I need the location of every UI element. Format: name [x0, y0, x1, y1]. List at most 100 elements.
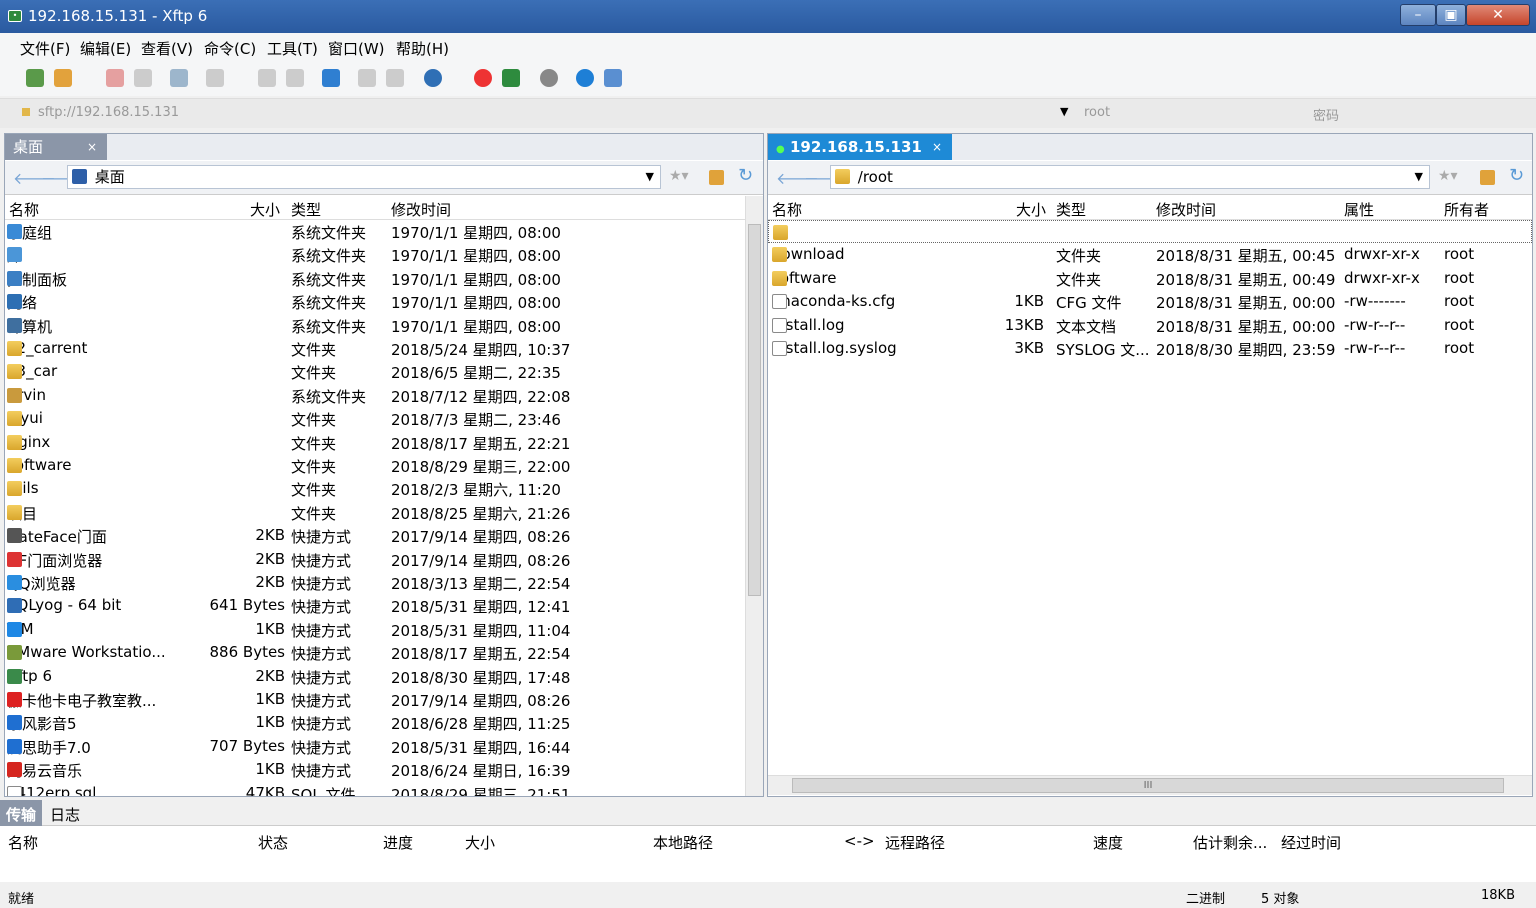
disconnect-icon[interactable]	[106, 69, 124, 87]
file-row[interactable]: 伽卡他卡电子教室教... 1KB 快捷方式 2017/9/14 星期四, 08:26	[5, 688, 743, 711]
print-preview-icon[interactable]	[386, 69, 404, 87]
bookmark-icon[interactable]: ★▾	[669, 168, 689, 184]
file-row[interactable]: software 文件夹 2018/8/31 星期五, 00:49 drwxr-xr-…	[768, 267, 1532, 290]
transfer-icon[interactable]	[322, 69, 340, 87]
col-mtime[interactable]: 修改时间	[1156, 199, 1216, 220]
menu-edit[interactable]: 编辑(E)	[80, 38, 131, 59]
menu-help[interactable]: 帮助(H)	[396, 38, 449, 59]
file-row[interactable]: Arvin 系统文件夹 2018/7/12 星期四, 22:08	[5, 384, 743, 407]
file-row[interactable]: 网易云音乐 1KB 快捷方式 2018/6/24 星期日, 16:39	[5, 758, 743, 781]
menu-window[interactable]: 窗口(W)	[328, 38, 385, 59]
file-row[interactable]: layui 文件夹 2018/7/3 星期二, 23:46	[5, 407, 743, 430]
file-row[interactable]: install.log.syslog 3KB SYSLOG 文... 2018/8/3…	[768, 337, 1532, 360]
globe-icon[interactable]	[424, 69, 442, 87]
col-speed[interactable]: 速度	[1093, 832, 1123, 853]
chat-icon[interactable]	[604, 69, 622, 87]
host-input[interactable]: sftp://192.168.15.131	[38, 105, 179, 120]
menu-command[interactable]: 命令(C)	[204, 38, 256, 59]
col-local-path[interactable]: 本地路径	[653, 832, 713, 853]
col-status[interactable]: 状态	[258, 832, 288, 853]
col-owner[interactable]: 所有者	[1444, 199, 1489, 220]
file-row[interactable]: 计算机 系统文件夹 1970/1/1 星期四, 08:00	[5, 314, 743, 337]
file-row[interactable]: TIM 1KB 快捷方式 2018/5/31 星期四, 11:04	[5, 618, 743, 641]
username-input[interactable]: root	[1084, 105, 1110, 120]
xftp-icon[interactable]	[502, 69, 520, 87]
menu-tools[interactable]: 工具(T)	[267, 38, 318, 59]
file-row[interactable]: utils 文件夹 2018/2/3 星期六, 11:20	[5, 477, 743, 500]
file-row[interactable]: download 文件夹 2018/8/31 星期五, 00:45 drwxr-xr-…	[768, 243, 1532, 266]
col-mtime[interactable]: 修改时间	[391, 199, 451, 220]
new-window-icon[interactable]	[170, 69, 188, 87]
path-dropdown-icon[interactable]: ▼	[646, 166, 654, 188]
menu-view[interactable]: 查看(V)	[141, 38, 193, 59]
local-vertical-scrollbar[interactable]	[745, 196, 763, 796]
home-icon[interactable]	[709, 170, 724, 185]
file-row[interactable]: QQ浏览器 2KB 快捷方式 2018/3/13 星期二, 22:54	[5, 571, 743, 594]
local-path-box[interactable]: 桌面 ▼	[67, 165, 661, 189]
file-row[interactable]: 控制面板 系统文件夹 1970/1/1 星期四, 08:00	[5, 267, 743, 290]
xshell-icon[interactable]	[474, 69, 492, 87]
col-elapsed[interactable]: 经过时间	[1281, 832, 1341, 853]
tab-transfer[interactable]: 传输	[0, 800, 43, 826]
tab-log[interactable]: 日志	[50, 804, 80, 825]
settings-gear-icon[interactable]	[540, 69, 558, 87]
col-type[interactable]: 类型	[291, 199, 321, 220]
scroll-thumb[interactable]: III	[792, 778, 1504, 793]
file-row[interactable]: 0412erp.sql 47KB SQL 文件 2018/8/29 星期三, 21:5…	[5, 782, 743, 796]
file-row[interactable]: Nginx 文件夹 2018/8/17 星期五, 22:21	[5, 431, 743, 454]
tab-close-icon[interactable]: ×	[932, 134, 942, 160]
remote-path-box[interactable]: /root ▼	[830, 165, 1430, 189]
col-attr[interactable]: 属性	[1344, 199, 1374, 220]
col-name[interactable]: 名称	[8, 832, 38, 853]
file-row[interactable]: install.log 13KB 文本文档 2018/8/31 星期五, 00:00-…	[768, 314, 1532, 337]
copy-icon[interactable]	[258, 69, 276, 87]
col-size[interactable]: 大小	[1016, 199, 1046, 220]
file-row[interactable]: 爱思助手7.0 707 Bytes 快捷方式 2018/5/31 星期四, 16:44	[5, 735, 743, 758]
file-row[interactable]: software 文件夹 2018/8/29 星期三, 22:00	[5, 454, 743, 477]
tab-remote-session[interactable]: ● 192.168.15.131 ×	[768, 134, 952, 160]
col-size[interactable]: 大小	[250, 199, 280, 220]
file-row[interactable]: SQLyog - 64 bit 641 Bytes 快捷方式 2018/5/31 星期…	[5, 594, 743, 617]
tab-close-icon[interactable]: ×	[87, 134, 97, 160]
file-row[interactable]: 03_car 文件夹 2018/6/5 星期二, 22:35	[5, 360, 743, 383]
path-dropdown-icon[interactable]: ▼	[1415, 166, 1423, 188]
file-row[interactable]: GF门面浏览器 2KB 快捷方式 2017/9/14 星期四, 08:26	[5, 548, 743, 571]
file-row[interactable]: 库 系统文件夹 1970/1/1 星期四, 08:00	[5, 243, 743, 266]
col-name[interactable]: 名称	[772, 199, 802, 220]
session-list-icon[interactable]	[206, 69, 224, 87]
file-row[interactable]: 家庭组 系统文件夹 1970/1/1 星期四, 08:00	[5, 220, 743, 243]
file-row[interactable]: anaconda-ks.cfg 1KB CFG 文件 2018/8/31 星期五, 0…	[768, 290, 1532, 313]
file-row[interactable]: 暴风影音5 1KB 快捷方式 2018/6/28 星期四, 11:25	[5, 711, 743, 734]
file-row[interactable]: 02_carrent 文件夹 2018/5/24 星期四, 10:37	[5, 337, 743, 360]
open-folder-icon[interactable]	[54, 69, 72, 87]
tab-local-desktop[interactable]: 桌面 ×	[5, 134, 107, 160]
col-name[interactable]: 名称	[9, 199, 39, 220]
print-icon[interactable]	[358, 69, 376, 87]
close-button[interactable]: ✕	[1466, 4, 1530, 26]
col-size[interactable]: 大小	[465, 832, 495, 853]
col-remote-path[interactable]: 远程路径	[885, 832, 945, 853]
bookmark-icon[interactable]: ★▾	[1438, 168, 1458, 184]
file-row[interactable]: VMware Workstatio... 886 Bytes 快捷方式 2018/8/…	[5, 641, 743, 664]
scroll-thumb[interactable]	[748, 224, 761, 596]
col-eta[interactable]: 估计剩余...	[1193, 832, 1267, 853]
file-row[interactable]: Xftp 6 2KB 快捷方式 2018/8/30 星期四, 17:48	[5, 665, 743, 688]
file-row[interactable]: 网络 系统文件夹 1970/1/1 星期四, 08:00	[5, 290, 743, 313]
home-icon[interactable]	[1480, 170, 1495, 185]
file-row[interactable]: ..	[768, 220, 1532, 244]
col-direction[interactable]: <->	[844, 832, 875, 850]
maximize-button[interactable]: ▣	[1436, 4, 1466, 26]
col-type[interactable]: 类型	[1056, 199, 1086, 220]
new-session-icon[interactable]	[26, 69, 44, 87]
file-row[interactable]: 项目 文件夹 2018/8/25 星期六, 21:26	[5, 501, 743, 524]
transfer-mode[interactable]: 二进制	[1186, 888, 1225, 907]
help-icon[interactable]	[576, 69, 594, 87]
refresh-icon[interactable]: ↻	[738, 165, 753, 186]
password-input[interactable]: 密码	[1313, 105, 1339, 124]
refresh-icon[interactable]: ↻	[1509, 165, 1524, 186]
remote-horizontal-scrollbar[interactable]: III	[768, 775, 1532, 795]
paste-icon[interactable]	[286, 69, 304, 87]
col-progress[interactable]: 进度	[383, 832, 413, 853]
file-row[interactable]: GateFace门面 2KB 快捷方式 2017/9/14 星期四, 08:26	[5, 524, 743, 547]
menu-file[interactable]: 文件(F)	[20, 38, 70, 59]
